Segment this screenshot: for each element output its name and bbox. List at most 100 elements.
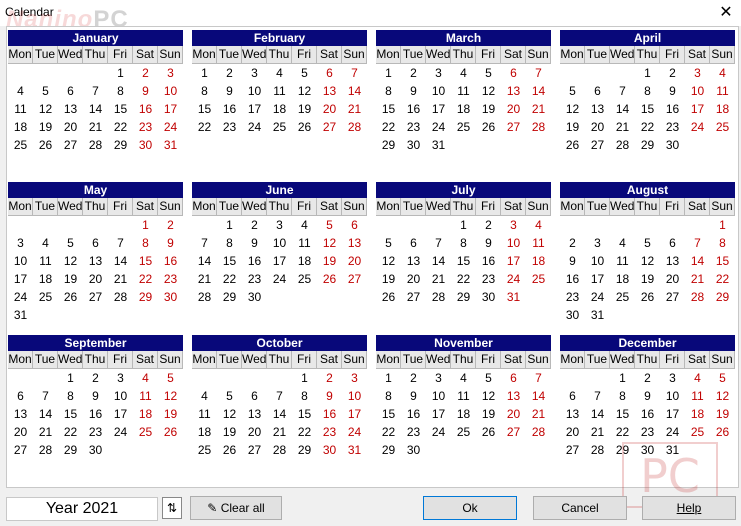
day-cell[interactable]: 12 xyxy=(476,82,501,100)
day-cell[interactable]: 9 xyxy=(133,82,158,100)
day-cell[interactable]: 21 xyxy=(342,100,367,118)
day-cell[interactable]: 9 xyxy=(242,234,267,252)
day-cell[interactable]: 25 xyxy=(451,423,476,441)
day-cell[interactable]: 14 xyxy=(685,252,710,270)
day-cell[interactable]: 4 xyxy=(192,387,217,405)
day-cell[interactable]: 19 xyxy=(710,405,735,423)
day-cell[interactable]: 28 xyxy=(685,288,710,306)
day-cell[interactable]: 16 xyxy=(317,405,342,423)
day-cell[interactable]: 24 xyxy=(426,423,451,441)
day-cell[interactable]: 7 xyxy=(526,369,551,387)
day-cell[interactable]: 13 xyxy=(8,405,33,423)
day-cell[interactable]: 21 xyxy=(108,270,133,288)
day-cell[interactable]: 22 xyxy=(451,270,476,288)
day-cell[interactable]: 5 xyxy=(560,82,585,100)
day-cell[interactable]: 11 xyxy=(451,82,476,100)
day-cell[interactable]: 22 xyxy=(635,118,660,136)
day-cell[interactable]: 6 xyxy=(58,82,83,100)
day-cell[interactable]: 3 xyxy=(158,64,183,82)
day-cell[interactable]: 2 xyxy=(158,216,183,234)
day-cell[interactable]: 22 xyxy=(133,270,158,288)
day-cell[interactable]: 12 xyxy=(292,82,317,100)
day-cell[interactable]: 26 xyxy=(476,118,501,136)
day-cell[interactable]: 9 xyxy=(83,387,108,405)
help-button[interactable]: Help xyxy=(642,496,736,520)
day-cell[interactable]: 15 xyxy=(133,252,158,270)
day-cell[interactable]: 23 xyxy=(476,270,501,288)
day-cell[interactable]: 15 xyxy=(376,100,401,118)
day-cell[interactable]: 16 xyxy=(83,405,108,423)
day-cell[interactable]: 19 xyxy=(476,100,501,118)
day-cell[interactable]: 22 xyxy=(58,423,83,441)
day-cell[interactable]: 14 xyxy=(526,387,551,405)
day-cell[interactable]: 22 xyxy=(376,118,401,136)
day-cell[interactable]: 18 xyxy=(8,118,33,136)
day-cell[interactable]: 27 xyxy=(8,441,33,459)
day-cell[interactable]: 27 xyxy=(401,288,426,306)
day-cell[interactable]: 3 xyxy=(342,369,367,387)
day-cell[interactable]: 1 xyxy=(635,64,660,82)
day-cell[interactable]: 26 xyxy=(376,288,401,306)
day-cell[interactable]: 24 xyxy=(501,270,526,288)
day-cell[interactable]: 31 xyxy=(158,136,183,154)
day-cell[interactable]: 7 xyxy=(192,234,217,252)
day-cell[interactable]: 11 xyxy=(451,387,476,405)
day-cell[interactable]: 26 xyxy=(560,136,585,154)
day-cell[interactable]: 12 xyxy=(317,234,342,252)
day-cell[interactable]: 15 xyxy=(451,252,476,270)
day-cell[interactable]: 29 xyxy=(376,441,401,459)
day-cell[interactable]: 5 xyxy=(158,369,183,387)
day-cell[interactable]: 17 xyxy=(585,270,610,288)
day-cell[interactable]: 1 xyxy=(108,64,133,82)
day-cell[interactable]: 28 xyxy=(526,423,551,441)
day-cell[interactable]: 11 xyxy=(685,387,710,405)
day-cell[interactable]: 25 xyxy=(451,118,476,136)
day-cell[interactable]: 17 xyxy=(685,100,710,118)
day-cell[interactable]: 10 xyxy=(8,252,33,270)
day-cell[interactable]: 6 xyxy=(585,82,610,100)
day-cell[interactable]: 20 xyxy=(501,405,526,423)
day-cell[interactable]: 7 xyxy=(685,234,710,252)
day-cell[interactable]: 1 xyxy=(376,369,401,387)
day-cell[interactable]: 29 xyxy=(376,136,401,154)
day-cell[interactable]: 28 xyxy=(192,288,217,306)
day-cell[interactable]: 19 xyxy=(635,270,660,288)
day-cell[interactable]: 4 xyxy=(610,234,635,252)
day-cell[interactable]: 27 xyxy=(501,423,526,441)
day-cell[interactable]: 25 xyxy=(526,270,551,288)
day-cell[interactable]: 15 xyxy=(610,405,635,423)
day-cell[interactable]: 10 xyxy=(267,234,292,252)
day-cell[interactable]: 20 xyxy=(342,252,367,270)
day-cell[interactable]: 7 xyxy=(83,82,108,100)
day-cell[interactable]: 2 xyxy=(401,64,426,82)
day-cell[interactable]: 15 xyxy=(192,100,217,118)
day-cell[interactable]: 20 xyxy=(585,118,610,136)
day-cell[interactable]: 21 xyxy=(585,423,610,441)
day-cell[interactable]: 16 xyxy=(476,252,501,270)
day-cell[interactable]: 17 xyxy=(660,405,685,423)
day-cell[interactable]: 2 xyxy=(317,369,342,387)
day-cell[interactable]: 11 xyxy=(8,100,33,118)
day-cell[interactable]: 12 xyxy=(560,100,585,118)
day-cell[interactable]: 14 xyxy=(426,252,451,270)
day-cell[interactable]: 23 xyxy=(133,118,158,136)
day-cell[interactable]: 10 xyxy=(685,82,710,100)
day-cell[interactable]: 1 xyxy=(376,64,401,82)
day-cell[interactable]: 11 xyxy=(133,387,158,405)
day-cell[interactable]: 30 xyxy=(660,136,685,154)
day-cell[interactable]: 7 xyxy=(526,64,551,82)
day-cell[interactable]: 15 xyxy=(635,100,660,118)
day-cell[interactable]: 30 xyxy=(133,136,158,154)
day-cell[interactable]: 25 xyxy=(8,136,33,154)
day-cell[interactable]: 26 xyxy=(158,423,183,441)
day-cell[interactable]: 20 xyxy=(242,423,267,441)
day-cell[interactable]: 2 xyxy=(560,234,585,252)
day-cell[interactable]: 24 xyxy=(585,288,610,306)
day-cell[interactable]: 31 xyxy=(8,306,33,324)
day-cell[interactable]: 27 xyxy=(660,288,685,306)
day-cell[interactable]: 9 xyxy=(660,82,685,100)
day-cell[interactable]: 30 xyxy=(476,288,501,306)
day-cell[interactable]: 28 xyxy=(33,441,58,459)
day-cell[interactable]: 28 xyxy=(83,136,108,154)
day-cell[interactable]: 20 xyxy=(58,118,83,136)
